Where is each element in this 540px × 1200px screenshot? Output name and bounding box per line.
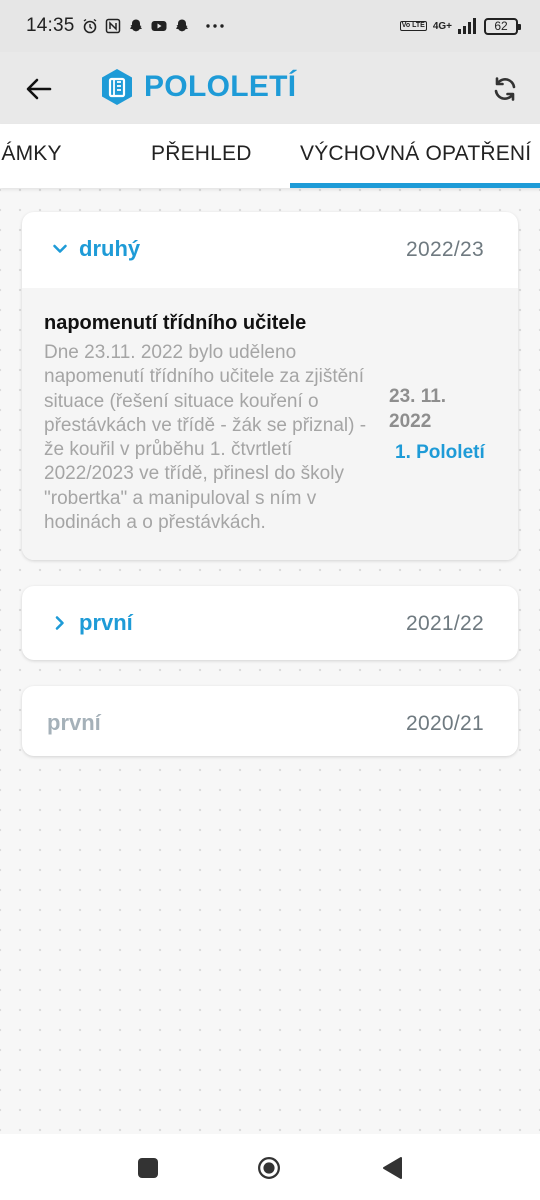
- measure-title: napomenutí třídního učitele: [44, 312, 307, 334]
- tab-bar: NÁMKY PŘEHLED VÝCHOVNÁ OPATŘENÍ: [0, 124, 540, 188]
- semester-header[interactable]: první 2021/22: [22, 586, 518, 660]
- home-button[interactable]: [257, 1156, 281, 1180]
- system-nav-bar: [0, 1134, 540, 1200]
- youtube-icon: [151, 21, 167, 31]
- arrow-left-icon: [26, 78, 52, 100]
- semester-year: 2021/22: [405, 612, 484, 635]
- tab-prehled[interactable]: PŘEHLED: [151, 142, 252, 166]
- alarm-icon: [83, 18, 96, 34]
- snapchat-icon: [175, 19, 188, 32]
- app-title-group: POLOLETÍ: [100, 68, 296, 106]
- semester-card-2020-21: první 2020/21: [22, 686, 518, 756]
- more-dots-icon: [205, 24, 224, 28]
- tab-vychovna-opatreni[interactable]: VÝCHOVNÁ OPATŘENÍ: [300, 142, 531, 166]
- semester-card-2022-23: druhý 2022/23 napomenutí třídního učitel…: [22, 212, 518, 560]
- tab-znamky[interactable]: NÁMKY: [0, 142, 62, 166]
- semester-year: 2022/23: [405, 238, 484, 261]
- status-time: 14:35: [26, 15, 75, 36]
- nfc-icon: [105, 18, 120, 34]
- chevron-down-icon: [53, 244, 67, 253]
- signal-icon: [458, 18, 476, 34]
- semester-header[interactable]: druhý 2022/23: [22, 212, 518, 286]
- measure-period: 1. Pololetí: [395, 442, 485, 463]
- active-tab-indicator: [290, 183, 540, 188]
- status-right: Vo LTE 4G+ 62: [399, 17, 521, 35]
- measure-item[interactable]: napomenutí třídního učitele Dne 23.11. 2…: [22, 288, 518, 560]
- semester-name: první: [79, 610, 133, 635]
- battery-icon: 62: [484, 17, 521, 35]
- back-triangle-icon: [383, 1157, 402, 1179]
- home-icon: [258, 1157, 280, 1179]
- refresh-button[interactable]: [490, 74, 520, 104]
- volte-indicator: Vo LTE: [399, 21, 427, 31]
- chevron-right-icon: [55, 616, 64, 630]
- back-button[interactable]: [24, 74, 54, 104]
- semester-name: druhý: [79, 236, 141, 261]
- semester-name: první: [47, 710, 101, 735]
- semester-header: první 2020/21: [22, 686, 518, 756]
- snapchat-icon: [129, 19, 142, 32]
- page-title: POLOLETÍ: [144, 70, 297, 103]
- measure-date: 23. 11. 2022: [389, 386, 447, 432]
- semester-hexagon-icon: [102, 69, 132, 105]
- status-bar: 14:35 Vo LTE 4G+ 62: [0, 0, 540, 52]
- system-back-button[interactable]: [380, 1156, 404, 1180]
- recent-apps-icon: [138, 1158, 158, 1178]
- refresh-icon: [494, 77, 516, 101]
- semester-year: 2020/21: [405, 712, 484, 735]
- measure-description: Dne 23.11. 2022 bylo uděleno napomenutí …: [44, 342, 367, 534]
- network-type: 4G+: [432, 20, 452, 32]
- recent-apps-button[interactable]: [136, 1156, 160, 1180]
- semester-card-2021-22[interactable]: první 2021/22: [22, 586, 518, 660]
- status-left: 14:35: [26, 15, 225, 37]
- app-bar: POLOLETÍ: [0, 52, 540, 124]
